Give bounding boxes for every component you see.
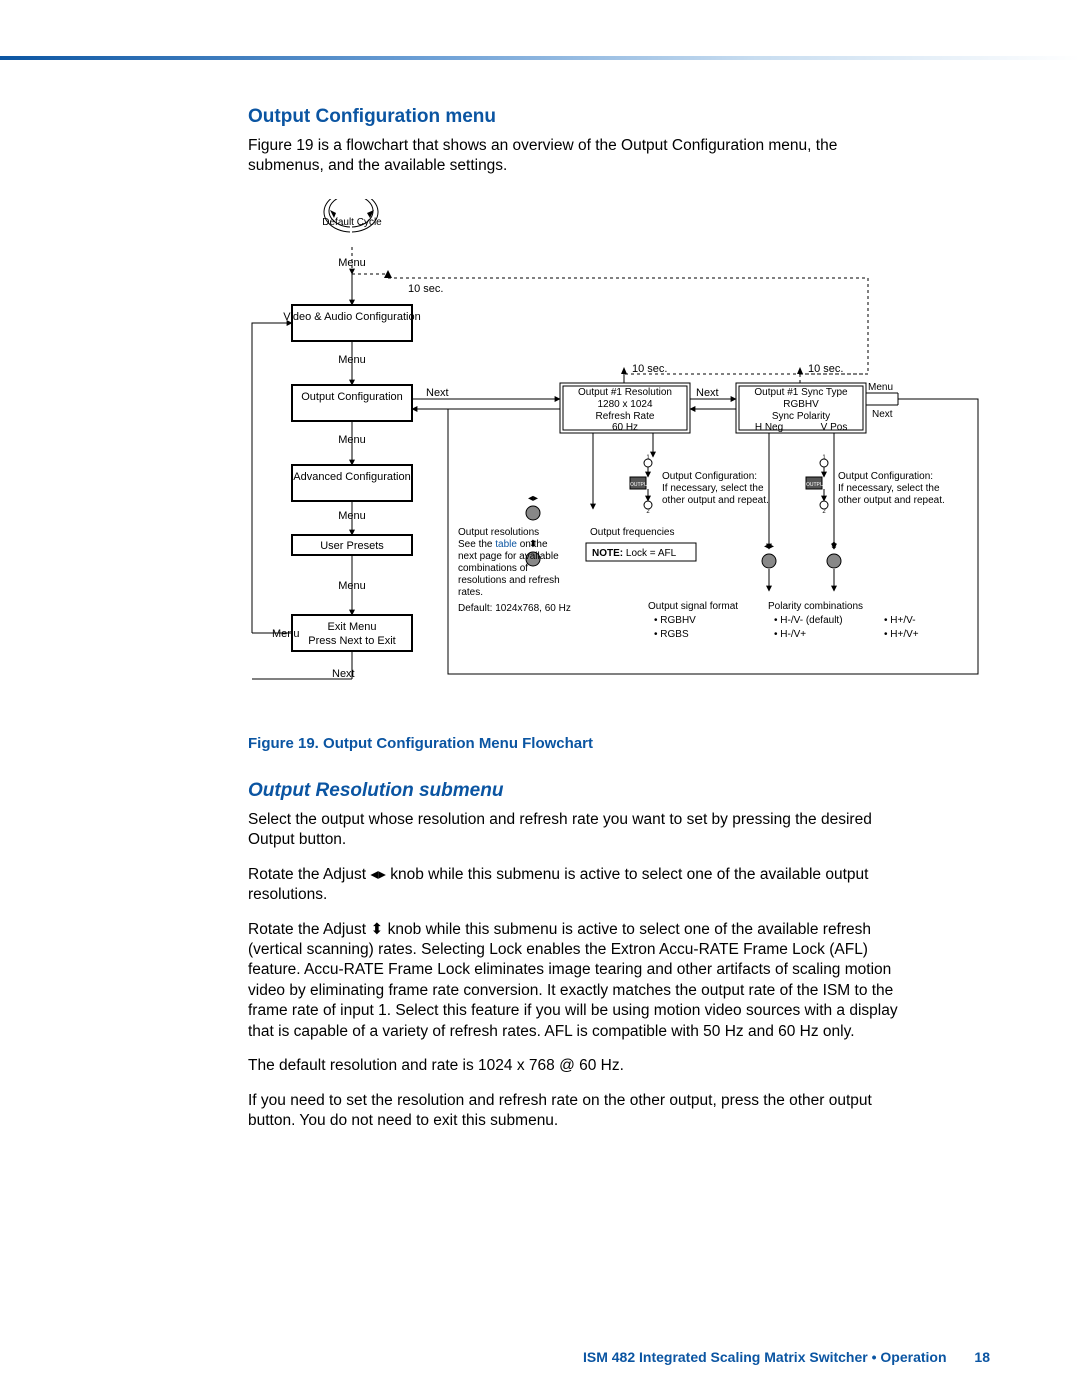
footer-title: ISM 482 Integrated Scaling Matrix Switch… bbox=[583, 1349, 947, 1365]
svg-text:Advanced Configuration: Advanced Configuration bbox=[293, 471, 410, 483]
lr-arrows-icon: ◂▸ bbox=[370, 866, 386, 883]
svg-text:◂▸: ◂▸ bbox=[528, 493, 538, 504]
svg-text:rates.: rates. bbox=[458, 587, 483, 598]
svg-text:other output and repeat.: other output and repeat. bbox=[838, 495, 945, 506]
svg-text:◂▸: ◂▸ bbox=[764, 541, 774, 552]
main-content: Output Configuration menu Figure 19 is a… bbox=[248, 106, 908, 1146]
adjust-lr-knob-icon: ◂▸ bbox=[526, 493, 540, 520]
menu-label-2: Menu bbox=[338, 354, 366, 366]
svg-text:Exit Menu: Exit Menu bbox=[328, 621, 377, 633]
svg-text:User Presets: User Presets bbox=[320, 540, 384, 552]
header-gradient-bar bbox=[0, 56, 1080, 60]
svg-text:Output resolutions: Output resolutions bbox=[458, 527, 539, 538]
page-footer: ISM 482 Integrated Scaling Matrix Switch… bbox=[583, 1349, 990, 1365]
svg-text:⬍: ⬍ bbox=[830, 541, 838, 552]
output-config-note-title-2: Output Configuration: bbox=[838, 471, 933, 482]
svg-text:OUTPUTS: OUTPUTS bbox=[806, 482, 831, 488]
polarity-combinations-note: Polarity combinations • H-/V- (default) … bbox=[768, 601, 919, 640]
svg-text:Output frequencies: Output frequencies bbox=[590, 527, 675, 538]
svg-text:Video & Audio Configuration: Video & Audio Configuration bbox=[283, 311, 420, 323]
svg-text:1: 1 bbox=[646, 455, 650, 461]
svg-text:V Pos: V Pos bbox=[821, 422, 848, 433]
svg-text:60 Hz: 60 Hz bbox=[612, 422, 638, 433]
svg-text:Output #1 Sync Type: Output #1 Sync Type bbox=[754, 387, 848, 398]
output-frequencies-note: Output frequencies NOTE: Lock = AFL bbox=[586, 527, 696, 561]
menu-label-6: Menu bbox=[272, 628, 300, 640]
svg-text:If necessary, select the: If necessary, select the bbox=[838, 483, 940, 494]
sub-paragraph-4: The default resolution and rate is 1024 … bbox=[248, 1056, 908, 1076]
next-label-2: Next bbox=[696, 387, 719, 399]
default-cycle-node: Default Cycle bbox=[322, 199, 382, 232]
menu-label: Menu bbox=[338, 257, 366, 269]
intro-paragraph: Figure 19 is a flowchart that shows an o… bbox=[248, 136, 908, 177]
svg-text:Press Next to Exit: Press Next to Exit bbox=[308, 635, 395, 647]
figure-flowchart: Default Cycle Menu 10 sec. 10 sec. 10 se… bbox=[248, 199, 988, 719]
menu-label-sync: Menu bbox=[868, 382, 893, 393]
advanced-config-box: Advanced Configuration bbox=[292, 465, 412, 501]
svg-text:Refresh Rate: Refresh Rate bbox=[596, 411, 655, 422]
svg-text:Default: 1024x768, 60 Hz: Default: 1024x768, 60 Hz bbox=[458, 603, 571, 614]
svg-text:See the table on the: See the table on the bbox=[458, 539, 548, 550]
output-config-note-title: Output Configuration: bbox=[662, 471, 757, 482]
svg-text:H Neg: H Neg bbox=[755, 422, 783, 433]
ten-sec-label: 10 sec. bbox=[408, 283, 443, 295]
exit-menu-box: Exit Menu Press Next to Exit bbox=[292, 615, 412, 651]
sub-paragraph-3: Rotate the Adjust ⬍ knob while this subm… bbox=[248, 920, 908, 1043]
svg-text:• RGBS: • RGBS bbox=[654, 629, 689, 640]
output-selector-icon-2: 1 OUTPUTS 2 bbox=[806, 455, 831, 515]
svg-text:• H+/V+: • H+/V+ bbox=[884, 629, 919, 640]
output-resolutions-note: Output resolutions See the table on the … bbox=[458, 527, 571, 614]
svg-text:• H-/V+: • H-/V+ bbox=[774, 629, 806, 640]
svg-text:2: 2 bbox=[822, 509, 826, 515]
svg-text:2: 2 bbox=[646, 509, 650, 515]
svg-text:• RGBHV: • RGBHV bbox=[654, 615, 696, 626]
svg-text:1: 1 bbox=[822, 455, 826, 461]
svg-text:Output signal format: Output signal format bbox=[648, 601, 738, 612]
svg-text:Output Configuration: Output Configuration bbox=[301, 391, 403, 403]
sub-paragraph-5: If you need to set the resolution and re… bbox=[248, 1091, 908, 1132]
section-heading: Output Configuration menu bbox=[248, 106, 908, 128]
document-page: Output Configuration menu Figure 19 is a… bbox=[0, 0, 1080, 1397]
output-selector-icon: 1 OUTPUTS 2 bbox=[630, 455, 655, 515]
output-1-resolution-box: Output #1 Resolution 1280 x 1024 Refresh… bbox=[560, 383, 690, 433]
output-config-note-body-2: other output and repeat. bbox=[662, 495, 769, 506]
next-label-sync: Next bbox=[872, 409, 893, 420]
default-cycle-label: Default Cycle bbox=[322, 217, 382, 228]
svg-text:next page for available: next page for available bbox=[458, 551, 559, 562]
ten-sec-label-3: 10 sec. bbox=[808, 363, 843, 375]
subsection-heading: Output Resolution submenu bbox=[248, 780, 908, 802]
video-audio-config-box: Video & Audio Configuration bbox=[283, 305, 420, 341]
output-config-box: Output Configuration bbox=[292, 385, 412, 421]
ud-arrows-icon: ⬍ bbox=[370, 921, 383, 938]
menu-label-4: Menu bbox=[338, 510, 366, 522]
svg-text:RGBHV: RGBHV bbox=[783, 399, 819, 410]
svg-text:Polarity combinations: Polarity combinations bbox=[768, 601, 863, 612]
svg-text:Output #1 Resolution: Output #1 Resolution bbox=[578, 387, 672, 398]
svg-text:combinations of: combinations of bbox=[458, 563, 528, 574]
figure-caption: Figure 19. Output Configuration Menu Flo… bbox=[248, 734, 908, 754]
output-signal-format-note: Output signal format • RGBHV • RGBS bbox=[648, 601, 738, 640]
adjust-lr-knob-icon-2: ◂▸ bbox=[762, 541, 776, 568]
output-1-sync-box: Output #1 Sync Type RGBHV Sync Polarity … bbox=[736, 383, 866, 433]
sub-paragraph-2: Rotate the Adjust ◂▸ knob while this sub… bbox=[248, 865, 908, 906]
output-config-note-body-1: If necessary, select the bbox=[662, 483, 764, 494]
footer-page-number: 18 bbox=[974, 1349, 990, 1365]
ten-sec-label-2: 10 sec. bbox=[632, 363, 667, 375]
sub-paragraph-1: Select the output whose resolution and r… bbox=[248, 810, 908, 851]
svg-text:• H+/V-: • H+/V- bbox=[884, 615, 916, 626]
next-label-exit: Next bbox=[332, 668, 355, 680]
user-presets-box: User Presets bbox=[292, 535, 412, 555]
next-label-1: Next bbox=[426, 387, 449, 399]
svg-text:OUTPUTS: OUTPUTS bbox=[630, 482, 655, 488]
svg-text:NOTE: Lock = AFL: NOTE: Lock = AFL bbox=[592, 548, 677, 559]
svg-text:Sync Polarity: Sync Polarity bbox=[772, 411, 830, 422]
svg-text:resolutions and refresh: resolutions and refresh bbox=[458, 575, 560, 586]
adjust-ud-knob-icon-2: ⬍ bbox=[827, 541, 841, 568]
svg-text:• H-/V- (default): • H-/V- (default) bbox=[774, 615, 843, 626]
menu-label-5: Menu bbox=[338, 580, 366, 592]
menu-label-3: Menu bbox=[338, 434, 366, 446]
svg-text:1280 x 1024: 1280 x 1024 bbox=[597, 399, 652, 410]
